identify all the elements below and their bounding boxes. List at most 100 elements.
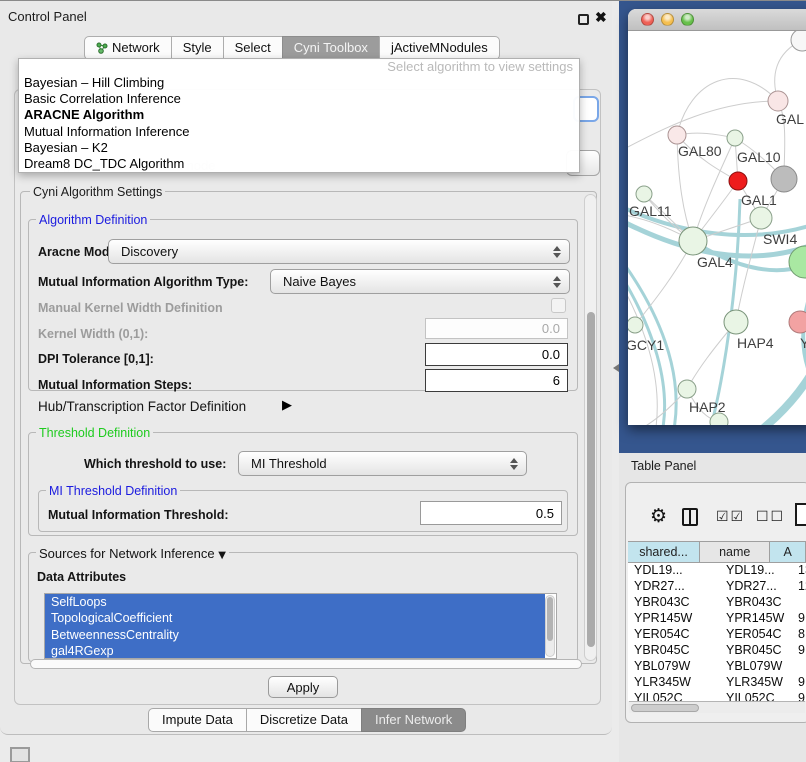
attribute-item[interactable]: TopologicalCoefficient: [45, 610, 545, 626]
column-header-name[interactable]: name: [700, 542, 770, 563]
table-row[interactable]: YPR145WYPR145W9.: [628, 611, 806, 627]
zoom-window-button[interactable]: [681, 13, 694, 26]
scrollbar-thumb[interactable]: [547, 597, 553, 641]
node-right-pink[interactable]: [789, 311, 806, 333]
data-attributes-list[interactable]: SelfLoopsTopologicalCoefficientBetweenne…: [44, 593, 557, 659]
tab-network[interactable]: Network: [84, 36, 172, 60]
dropdown-item[interactable]: Dream8 DC_TDC Algorithm: [19, 156, 579, 172]
expand-arrow-icon[interactable]: ▶: [282, 398, 292, 413]
table-row[interactable]: YDR27...YDR27...12: [628, 579, 806, 595]
network-canvas[interactable]: GALGAL80GAL10GAL11GAL1SWI4GAL4GCY1HAP4YH…: [628, 31, 806, 425]
tab-label: jActiveMNodules: [391, 40, 488, 55]
mi-steps-field[interactable]: 6: [425, 369, 568, 392]
network-edge[interactable]: [724, 369, 806, 425]
tab-style[interactable]: Style: [171, 36, 224, 60]
collapse-arrow-icon[interactable]: ▼: [218, 550, 226, 561]
mi-type-select[interactable]: Naive Bayes: [270, 269, 570, 294]
tab-label: Select: [235, 40, 271, 55]
table-cell: 9.: [797, 611, 806, 627]
node-label-GAL80: GAL80: [678, 143, 722, 159]
node-HAP4[interactable]: [724, 310, 748, 334]
manual-kernel-checkbox[interactable]: [551, 298, 566, 313]
mi-type-value: Naive Bayes: [283, 274, 356, 289]
tab-label: Cyni Toolbox: [294, 40, 368, 55]
tab-cyni-toolbox[interactable]: Cyni Toolbox: [282, 36, 380, 60]
node-GAL4[interactable]: [679, 227, 707, 255]
table-horizontal-scrollbar[interactable]: [629, 701, 805, 713]
tab-infer-network[interactable]: Infer Network: [361, 708, 466, 732]
node-label-Y: Y: [800, 335, 806, 351]
mi-threshold-label: Mutual Information Threshold:: [48, 508, 229, 522]
column-header-A[interactable]: A: [770, 542, 806, 563]
table-row[interactable]: YLR345WYLR345W9.: [628, 675, 806, 691]
attribute-item[interactable]: BetweennessCentrality: [45, 627, 545, 643]
node-GAL1[interactable]: [750, 207, 772, 229]
node-gray[interactable]: [771, 166, 797, 192]
float-window-icon[interactable]: [578, 14, 589, 25]
sources-group-title[interactable]: Sources for Network Inference ▼: [36, 546, 229, 561]
node-GAL10[interactable]: [727, 130, 743, 146]
table-cell: 9.: [797, 691, 806, 701]
tab-discretize-data[interactable]: Discretize Data: [246, 708, 362, 732]
dropdown-item[interactable]: Bayesian – K2: [19, 140, 579, 156]
dropdown-item[interactable]: ARACNE Algorithm: [19, 107, 579, 123]
tab-select[interactable]: Select: [223, 36, 283, 60]
close-icon[interactable]: ✖: [595, 9, 607, 26]
kernel-width-field[interactable]: 0.0: [425, 318, 568, 339]
node-red[interactable]: [729, 172, 747, 190]
aracne-mode-select[interactable]: Discovery: [108, 239, 570, 264]
checked-boxes-icon[interactable]: ☑☑: [716, 509, 745, 525]
unchecked-boxes-icon[interactable]: ☐☐: [756, 509, 785, 525]
minimized-panel-icon[interactable]: [10, 747, 30, 762]
table-cell: YER054C: [718, 627, 797, 643]
gear-icon[interactable]: ⚙: [650, 505, 667, 527]
attribute-item[interactable]: gal4RGexp: [45, 643, 545, 659]
table-row[interactable]: YDL19...YDL19...13: [628, 563, 806, 579]
table-cell: 12: [797, 579, 806, 595]
dropdown-item[interactable]: Basic Correlation Inference: [19, 91, 579, 107]
table-row[interactable]: YBR045CYBR045C9.: [628, 643, 806, 659]
node-GCY1[interactable]: [628, 317, 643, 333]
node-top-partial[interactable]: [791, 31, 806, 51]
which-threshold-select[interactable]: MI Threshold: [238, 451, 527, 476]
table-cell: 9.: [797, 643, 806, 659]
close-window-button[interactable]: [641, 13, 654, 26]
scrollbar-thumb[interactable]: [587, 312, 595, 647]
tab-label: Network: [112, 40, 160, 55]
kernel-width-label: Kernel Width (0,1):: [38, 327, 148, 341]
node-label-HAP4: HAP4: [737, 335, 774, 351]
settings-horizontal-scrollbar[interactable]: [30, 659, 582, 669]
document-icon[interactable]: [795, 503, 806, 526]
table-row[interactable]: YBR043CYBR043C: [628, 595, 806, 611]
dropdown-item[interactable]: Bayesian – Hill Climbing: [19, 75, 579, 91]
network-edge[interactable]: [628, 101, 778, 149]
dpi-tolerance-field[interactable]: 0.0: [425, 343, 568, 366]
node-left-green[interactable]: [636, 186, 652, 202]
table-row[interactable]: YIL052CYIL052C9.: [628, 691, 806, 701]
node-HAP2[interactable]: [678, 380, 696, 398]
hub-definition-label[interactable]: Hub/Transcription Factor Definition: [38, 399, 246, 414]
apply-button[interactable]: Apply: [268, 676, 338, 698]
table-row[interactable]: YBL079WYBL079W: [628, 659, 806, 675]
mi-threshold-field[interactable]: 0.5: [420, 501, 562, 525]
attributes-scrollbar[interactable]: [545, 595, 555, 657]
table-row[interactable]: YER054CYER054C8.: [628, 627, 806, 643]
columns-icon[interactable]: [682, 508, 698, 526]
attribute-item[interactable]: SelfLoops: [45, 594, 545, 610]
table-cell: YDR27...: [628, 579, 718, 595]
tab-impute-data[interactable]: Impute Data: [148, 708, 247, 732]
minimize-window-button[interactable]: [661, 13, 674, 26]
node-GAL80[interactable]: [668, 126, 686, 144]
dropdown-item[interactable]: Mutual Information Inference: [19, 124, 579, 140]
column-header-shared[interactable]: shared...: [628, 542, 700, 563]
scrollbar-thumb[interactable]: [631, 704, 699, 712]
network-window-titlebar[interactable]: [628, 9, 806, 31]
settings-vertical-scrollbar[interactable]: [584, 194, 597, 661]
table-cell: YLR345W: [718, 675, 797, 691]
node-pink-top[interactable]: [768, 91, 788, 111]
tab-jactivemnodules[interactable]: jActiveMNodules: [379, 36, 500, 60]
network-edge[interactable]: [635, 241, 693, 325]
data-attributes-label: Data Attributes: [37, 570, 126, 584]
node-label-SWI4: SWI4: [763, 231, 797, 247]
node-label-HAP2: HAP2: [689, 399, 726, 415]
